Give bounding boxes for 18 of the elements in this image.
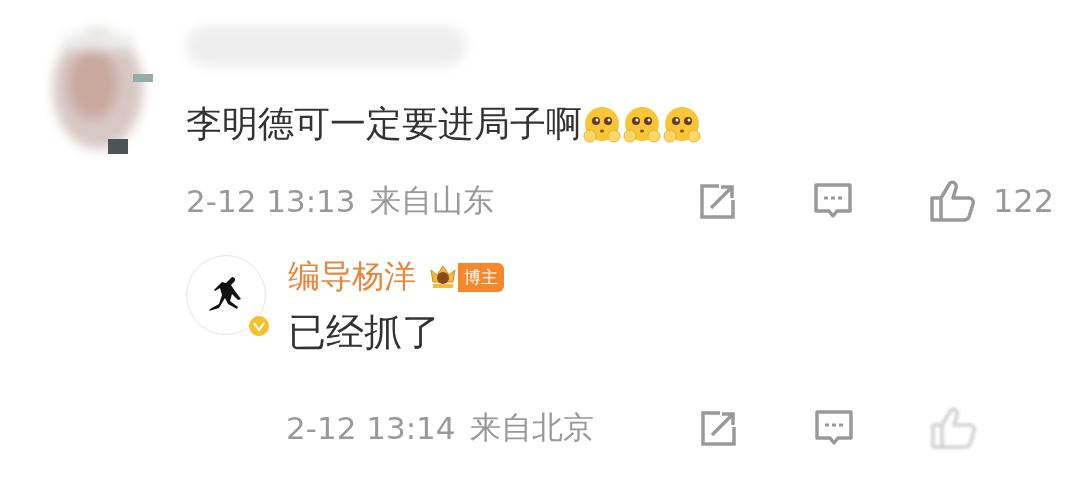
author-name[interactable]: 编导杨洋 (288, 255, 416, 299)
comment-icon[interactable] (814, 408, 854, 448)
comment-time: 2-12 13:14 (286, 410, 456, 446)
crown-icon (428, 264, 458, 290)
comment-icon[interactable] (812, 181, 853, 221)
comment-location: 来自山东 (369, 181, 494, 220)
badge-label: 博主 (458, 262, 504, 292)
thumbs-up-icon[interactable] (930, 406, 976, 450)
reply-text: 已经抓了 (288, 309, 441, 356)
like-count: 122 (992, 182, 1054, 220)
comment-location: 来自北京 (469, 408, 594, 447)
emoji-icon (662, 104, 702, 145)
comment-text: 李明德可一定要进局子啊 (186, 102, 582, 146)
comment-time: 2-12 13:13 (186, 183, 356, 219)
thumbs-up-icon[interactable] (928, 179, 975, 223)
emoji-icon (582, 104, 622, 145)
share-icon[interactable] (698, 408, 738, 448)
emoji-icon (622, 104, 662, 145)
